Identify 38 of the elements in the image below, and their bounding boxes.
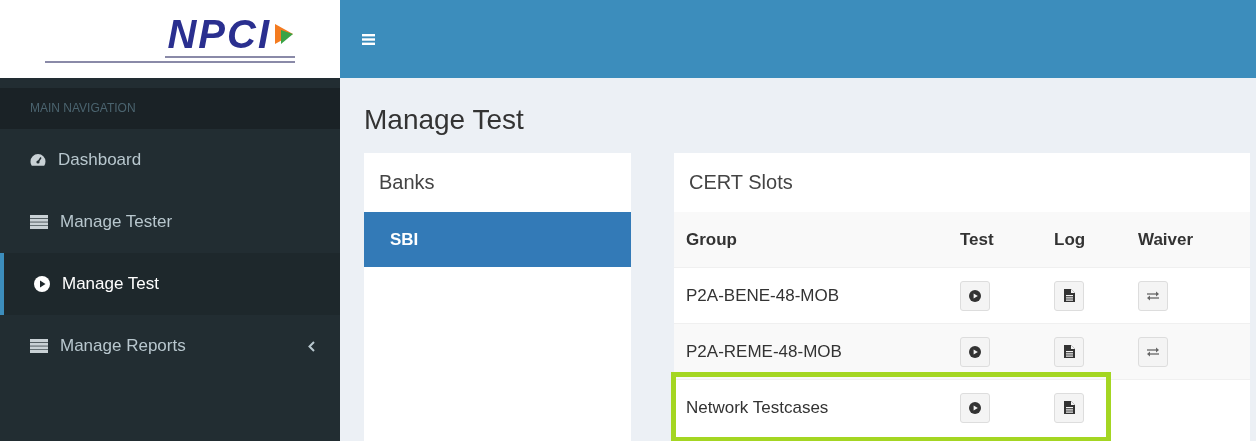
page-title: Manage Test xyxy=(364,103,525,137)
waiver-button[interactable] xyxy=(1138,280,1168,311)
waiver-button[interactable] xyxy=(1138,336,1168,367)
swap-icon xyxy=(1146,346,1160,357)
play-icon xyxy=(969,289,981,302)
document-icon xyxy=(1063,401,1075,414)
test-button[interactable] xyxy=(960,280,990,311)
column-header: Group xyxy=(674,212,948,268)
dashboard-icon xyxy=(30,153,46,167)
play-icon xyxy=(34,276,50,292)
test-button[interactable] xyxy=(960,392,990,423)
log-button[interactable] xyxy=(1054,336,1084,367)
table-cell: Network Testcases xyxy=(674,379,948,435)
document-icon xyxy=(1063,345,1075,358)
column-header: Waiver xyxy=(1126,212,1250,268)
panel-title: Banks xyxy=(378,170,436,195)
list-icon xyxy=(30,215,48,229)
bank-item[interactable]: SBI xyxy=(364,212,631,267)
column-header: Test xyxy=(948,212,1042,268)
nav-item[interactable]: Manage Tester xyxy=(0,191,340,253)
list-icon xyxy=(30,339,48,353)
log-button[interactable] xyxy=(1054,392,1084,423)
table-cell: P2A-REME-48-MOB xyxy=(674,323,948,380)
menu-icon[interactable] xyxy=(362,33,375,45)
nav-item[interactable]: Manage Test xyxy=(0,253,340,315)
logo-text: NPCI xyxy=(167,14,271,54)
log-button[interactable] xyxy=(1054,280,1084,311)
play-icon xyxy=(969,401,981,414)
swap-icon xyxy=(1146,290,1160,301)
document-icon xyxy=(1063,289,1075,302)
test-button[interactable] xyxy=(960,336,990,367)
column-header: Log xyxy=(1042,212,1126,268)
nav-item[interactable]: Manage Reports xyxy=(0,315,340,377)
panel-title: CERT Slots xyxy=(688,170,794,195)
arrow-icon xyxy=(273,22,295,46)
nav-item[interactable]: Dashboard xyxy=(0,129,340,191)
nav-heading: MAIN NAVIGATION xyxy=(0,88,340,129)
play-icon xyxy=(969,345,981,358)
